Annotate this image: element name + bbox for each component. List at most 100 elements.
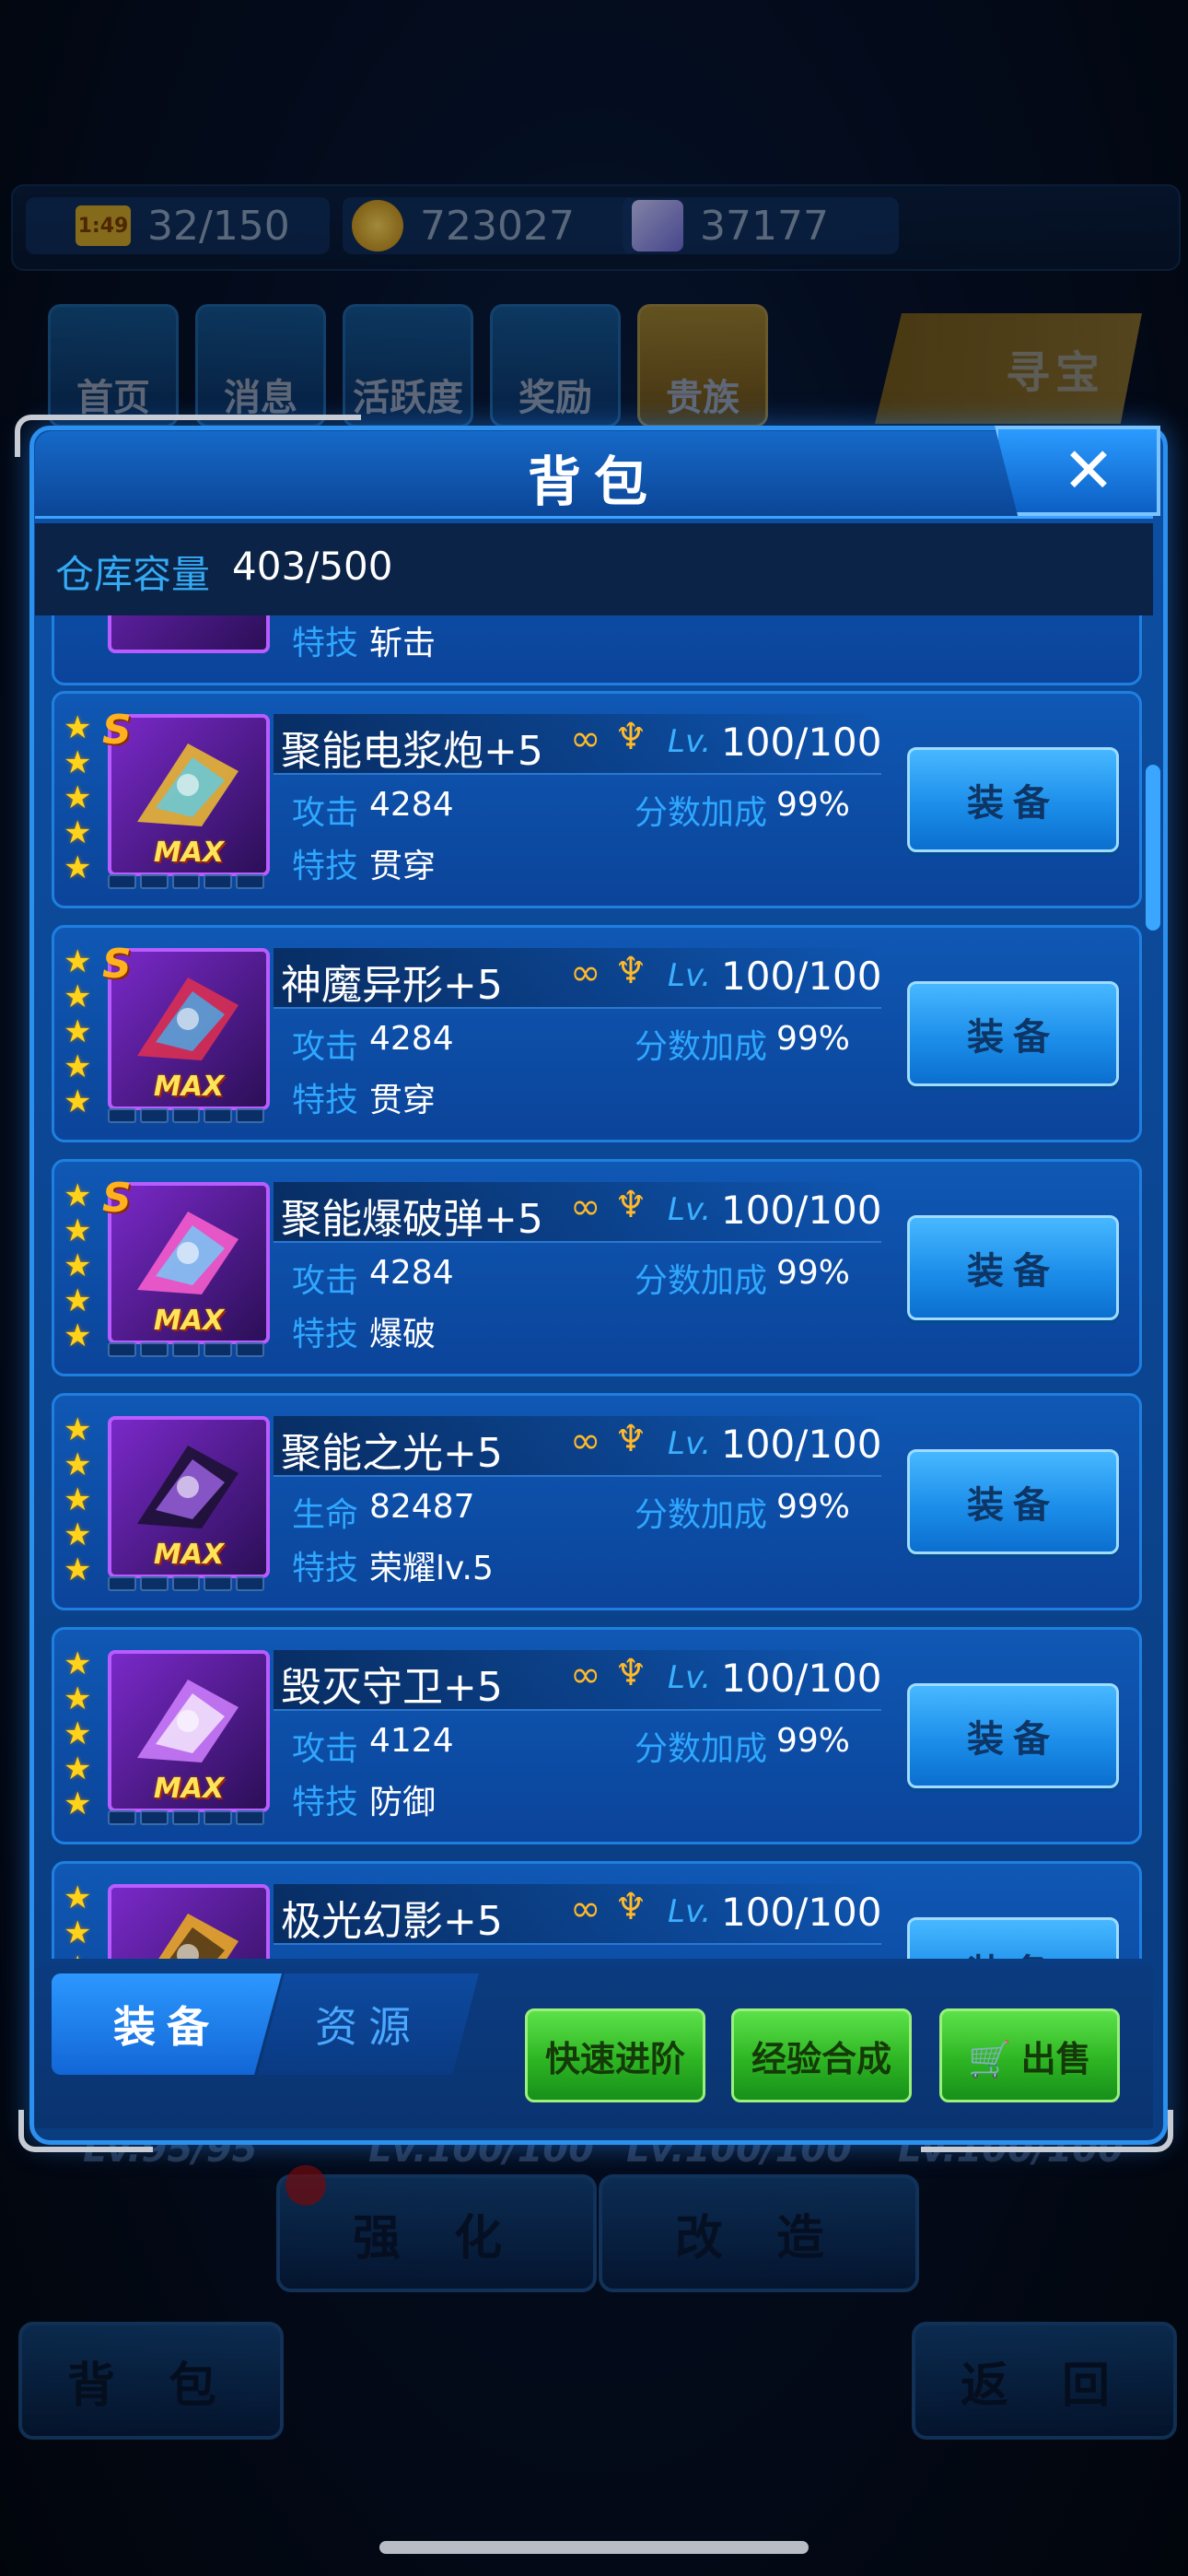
equip-button[interactable]: 装备: [907, 1683, 1119, 1788]
upgrade-slots: [108, 1576, 264, 1591]
weapon-art-icon: [137, 1446, 239, 1528]
equip-label: 装备: [967, 1484, 1059, 1527]
level-value: 100/100: [721, 1188, 882, 1233]
item-name: 毁灭守卫+5: [281, 1664, 503, 1711]
sell-button[interactable]: 🛒 出售: [939, 2008, 1120, 2102]
weapon-art-icon: [137, 1212, 239, 1294]
tab-equipment[interactable]: 装备: [52, 1973, 282, 2075]
wing-emblem-icon: ♆: [614, 1886, 647, 1928]
star-icon: ★: [64, 1715, 92, 1752]
equip-label: 装备: [967, 1016, 1059, 1059]
star-rating: ★★★★★: [64, 944, 97, 1119]
bonus-label: 分数加成: [635, 1496, 768, 1534]
list-item[interactable]: ★★★★★ 极光幻影+5 ∞ ♆ Lv. 100/100 装备: [52, 1861, 1142, 1959]
rank-badge: S: [102, 1175, 132, 1222]
bonus-label: 分数加成: [635, 794, 768, 832]
stat-value: 82487: [369, 1488, 475, 1526]
skill-label: 特技: [292, 1784, 359, 1821]
weapon-art-icon: [137, 1680, 239, 1762]
bonus-value: 99%: [776, 1254, 851, 1292]
level-tag: Lv.: [668, 1191, 712, 1228]
level-value: 100/100: [721, 1890, 882, 1935]
level-value: 100/100: [721, 954, 882, 999]
max-tag: MAX: [153, 1071, 225, 1103]
bonus-value: 99%: [776, 1020, 851, 1058]
star-rating: ★★★★★: [64, 1178, 97, 1353]
list-item[interactable]: ★ ★ ★ ★ ★ MAX S 聚能电浆炮+5 ∞ ♆ Lv. 100/100 攻击 4…: [52, 691, 1142, 908]
weapon-art-icon: [137, 978, 239, 1060]
max-tag: MAX: [153, 1305, 225, 1337]
list-item-partial[interactable]: 特技 斩击: [52, 615, 1142, 685]
stat-value: 4284: [369, 786, 454, 824]
level-tag: Lv.: [668, 1659, 712, 1696]
item-icon: [108, 615, 270, 653]
max-tag: MAX: [153, 1539, 225, 1571]
equip-button[interactable]: 装备: [907, 1215, 1119, 1320]
item-name: 聚能之光+5: [281, 1430, 503, 1477]
link-icon: ∞: [570, 718, 601, 760]
level-tag: Lv.: [668, 723, 712, 760]
star-icon: ★: [64, 943, 92, 980]
level-tag: Lv.: [668, 1425, 712, 1462]
star-icon: ★: [64, 1551, 92, 1588]
star-icon: ★: [64, 1751, 92, 1787]
equip-button[interactable]: 装备: [907, 981, 1119, 1086]
capacity-label: 仓库容量: [55, 552, 211, 597]
weapon-art-icon: [137, 744, 239, 826]
wing-emblem-icon: ♆: [614, 1652, 647, 1694]
quick-advance-button[interactable]: 快速进阶: [525, 2008, 705, 2102]
equip-button[interactable]: 装备: [907, 1449, 1119, 1554]
star-icon: ★: [64, 1247, 92, 1284]
weapon-art-icon: [158, 1914, 239, 1959]
list-item[interactable]: ★ ★ ★ ★ ★ MAX 聚能之光+5 ∞ ♆ Lv. 100/100 生命 8248…: [52, 1393, 1142, 1610]
upgrade-slots: [108, 874, 264, 889]
stat-label: 攻击: [292, 794, 359, 832]
rank-badge: S: [102, 941, 132, 988]
upgrade-slots: [108, 1810, 264, 1825]
stat-label: 攻击: [292, 1262, 359, 1300]
item-name: 聚能爆破弹+5: [281, 1196, 543, 1243]
star-icon: ★: [64, 709, 92, 746]
bonus-value: 99%: [776, 1488, 851, 1526]
skill-label: 特技: [292, 1082, 359, 1119]
item-list[interactable]: 特技 斩击 ★ ★ ★ ★ ★ MAX S 聚能电浆炮+5 ∞ ♆ Lv. 100/10…: [44, 615, 1142, 1959]
star-icon: ★: [64, 1317, 92, 1354]
star-icon: ★: [64, 1680, 92, 1717]
stat-label: 攻击: [292, 1028, 359, 1066]
tab-resources[interactable]: 资源: [258, 1973, 479, 2075]
star-rating: ★★★★★: [64, 1412, 97, 1587]
star-icon: ★: [64, 1013, 92, 1050]
bonus-label: 分数加成: [635, 1262, 768, 1300]
star-rating: ★★★★★: [64, 1880, 97, 1959]
item-name: 神魔异形+5: [281, 962, 503, 1009]
close-icon: ✕: [1062, 434, 1115, 508]
equip-button[interactable]: 装备: [907, 747, 1119, 852]
exp-synthesis-button[interactable]: 经验合成: [731, 2008, 912, 2102]
list-item[interactable]: ★ ★ ★ ★ ★ MAX S 聚能爆破弹+5 ∞ ♆ Lv. 100/100 攻击 4…: [52, 1159, 1142, 1376]
star-icon: ★: [64, 1212, 92, 1249]
max-tag: MAX: [153, 1773, 225, 1805]
star-rating: ★★★★★: [64, 710, 97, 885]
list-item[interactable]: ★ ★ ★ ★ ★ MAX S 神魔异形+5 ∞ ♆ Lv. 100/100 攻击 42…: [52, 925, 1142, 1142]
skill-label: 特技: [292, 625, 359, 662]
bonus-value: 99%: [776, 786, 851, 824]
stat-value: 4124: [369, 1722, 454, 1760]
level-value: 100/100: [721, 1422, 882, 1467]
star-icon: ★: [64, 1914, 92, 1951]
skill-label: 特技: [292, 1550, 359, 1587]
level-value: 100/100: [721, 1656, 882, 1701]
level-value: 100/100: [721, 720, 882, 765]
close-button[interactable]: ✕: [995, 426, 1160, 516]
star-icon: ★: [64, 1282, 92, 1319]
home-indicator[interactable]: [379, 2541, 809, 2554]
star-icon: ★: [64, 1177, 92, 1214]
list-item[interactable]: ★ ★ ★ ★ ★ MAX 毁灭守卫+5 ∞ ♆ Lv. 100/100 攻击 4124…: [52, 1627, 1142, 1844]
equip-button[interactable]: 装备: [907, 1917, 1119, 1959]
star-icon: ★: [64, 1516, 92, 1553]
star-icon: ★: [64, 849, 92, 886]
link-icon: ∞: [570, 1888, 601, 1930]
star-icon: ★: [64, 1481, 92, 1518]
stat-label: 攻击: [292, 1730, 359, 1768]
upgrade-slots: [108, 1108, 264, 1123]
list-scrollbar[interactable]: [1146, 765, 1160, 931]
